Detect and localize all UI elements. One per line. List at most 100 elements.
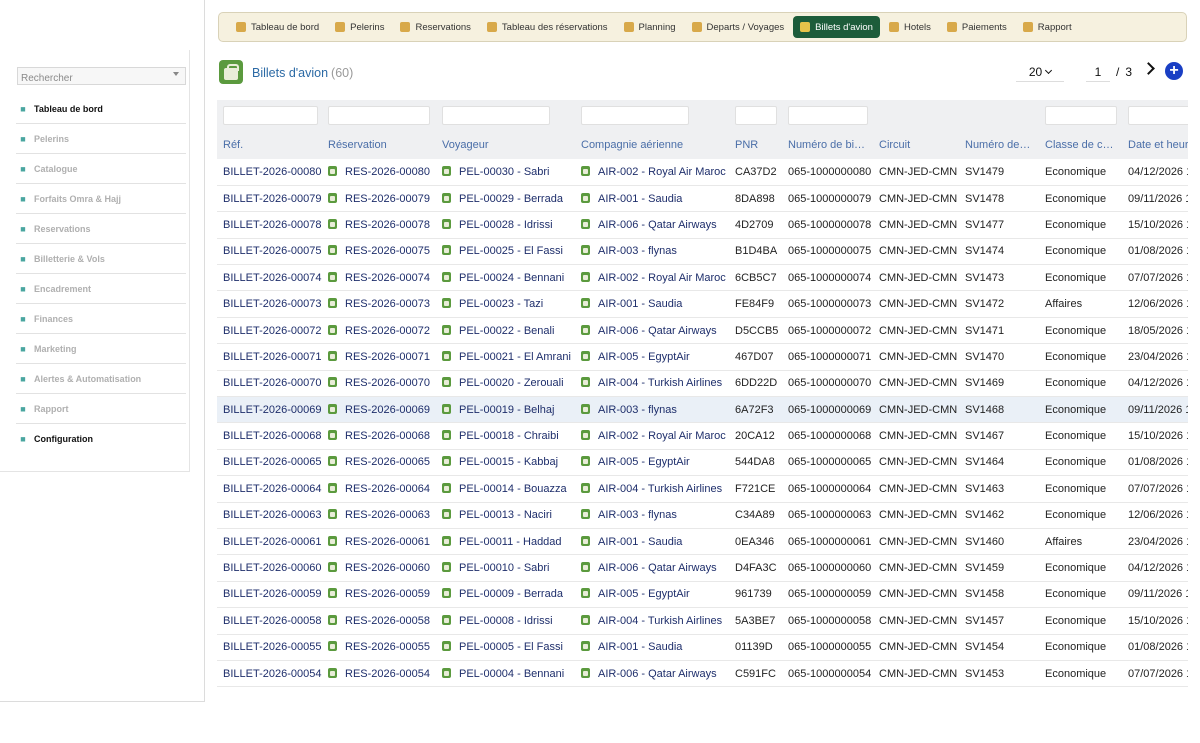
cell-link[interactable]: BILLET-2026-00075 bbox=[223, 245, 321, 257]
table-cell[interactable]: PEL-00025 - El Fassi bbox=[436, 238, 575, 266]
table-cell[interactable]: PEL-00015 - Kabbaj bbox=[436, 449, 575, 477]
table-cell[interactable]: BILLET-2026-00055 bbox=[217, 634, 322, 661]
table-row[interactable]: BILLET-2026-00065 RES-2026-00065 PEL-00015… bbox=[217, 449, 1188, 477]
cell-link[interactable]: BILLET-2026-00058 bbox=[223, 615, 321, 627]
table-cell[interactable]: AIR-002 - Royal Air Maroc bbox=[575, 422, 729, 450]
column-header[interactable]: Réservation bbox=[322, 131, 436, 159]
cell-link[interactable]: BILLET-2026-00063 bbox=[223, 509, 321, 521]
cell-link[interactable]: AIR-003 - flynas bbox=[598, 509, 677, 521]
cell-link[interactable]: BILLET-2026-00064 bbox=[223, 483, 321, 495]
cell-link[interactable]: RES-2026-00078 bbox=[345, 219, 430, 231]
cell-link[interactable]: AIR-006 - Qatar Airways bbox=[598, 325, 717, 337]
cell-link[interactable]: BILLET-2026-00079 bbox=[223, 193, 321, 205]
add-ticket-button[interactable]: + bbox=[1165, 62, 1183, 80]
nav-item[interactable]: Hotels bbox=[882, 16, 938, 38]
table-row[interactable]: BILLET-2026-00060 RES-2026-00060 PEL-00010… bbox=[217, 554, 1188, 582]
cell-link[interactable]: PEL-00014 - Bouazza bbox=[459, 483, 567, 495]
cell-link[interactable]: PEL-00010 - Sabri bbox=[459, 562, 550, 574]
cell-link[interactable]: BILLET-2026-00074 bbox=[223, 272, 321, 284]
cell-link[interactable]: RES-2026-00072 bbox=[345, 325, 430, 337]
table-cell[interactable]: RES-2026-00055 bbox=[322, 634, 436, 661]
table-cell[interactable]: BILLET-2026-00060 bbox=[217, 554, 322, 582]
cell-link[interactable]: BILLET-2026-00059 bbox=[223, 588, 321, 600]
cell-link[interactable]: RES-2026-00060 bbox=[345, 562, 430, 574]
cell-link[interactable]: BILLET-2026-00073 bbox=[223, 298, 321, 310]
cell-link[interactable]: RES-2026-00071 bbox=[345, 351, 430, 363]
cell-link[interactable]: BILLET-2026-00069 bbox=[223, 404, 321, 416]
table-cell[interactable]: RES-2026-00071 bbox=[322, 343, 436, 371]
table-cell[interactable]: PEL-00013 - Naciri bbox=[436, 502, 575, 529]
column-filter-input[interactable] bbox=[328, 106, 430, 125]
column-filter-input[interactable] bbox=[1128, 106, 1188, 125]
nav-item[interactable]: Billets d'avion bbox=[793, 16, 880, 38]
table-cell[interactable]: PEL-00020 - Zerouali bbox=[436, 370, 575, 398]
table-cell[interactable]: AIR-006 - Qatar Airways bbox=[575, 660, 729, 688]
cell-link[interactable]: RES-2026-00054 bbox=[345, 668, 430, 680]
column-header[interactable]: Compagnie aérienne bbox=[575, 131, 729, 159]
chevron-down-icon[interactable] bbox=[173, 72, 179, 76]
cell-link[interactable]: BILLET-2026-00078 bbox=[223, 219, 321, 231]
table-cell[interactable]: RES-2026-00070 bbox=[322, 370, 436, 398]
cell-link[interactable]: PEL-00005 - El Fassi bbox=[459, 641, 563, 653]
cell-link[interactable]: RES-2026-00058 bbox=[345, 615, 430, 627]
table-cell[interactable]: AIR-001 - Saudia bbox=[575, 634, 729, 661]
table-cell[interactable]: RES-2026-00069 bbox=[322, 396, 436, 424]
cell-link[interactable]: AIR-005 - EgyptAir bbox=[598, 588, 690, 600]
table-cell[interactable]: BILLET-2026-00073 bbox=[217, 290, 322, 318]
table-row[interactable]: BILLET-2026-00054 RES-2026-00054 PEL-00004… bbox=[217, 660, 1188, 688]
table-cell[interactable]: BILLET-2026-00072 bbox=[217, 317, 322, 345]
table-cell[interactable]: RES-2026-00061 bbox=[322, 528, 436, 556]
cell-link[interactable]: AIR-002 - Royal Air Maroc bbox=[598, 166, 726, 178]
sidebar-item[interactable]: ■ Rapport bbox=[16, 394, 186, 424]
cell-link[interactable]: AIR-006 - Qatar Airways bbox=[598, 562, 717, 574]
table-row[interactable]: BILLET-2026-00080 RES-2026-00080 PEL-00030… bbox=[217, 159, 1188, 186]
cell-link[interactable]: AIR-004 - Turkish Airlines bbox=[598, 377, 722, 389]
table-cell[interactable]: AIR-005 - EgyptAir bbox=[575, 449, 729, 477]
cell-link[interactable]: PEL-00004 - Bennani bbox=[459, 668, 564, 680]
cell-link[interactable]: AIR-004 - Turkish Airlines bbox=[598, 483, 722, 495]
table-cell[interactable]: RES-2026-00054 bbox=[322, 660, 436, 688]
table-cell[interactable]: PEL-00018 - Chraibi bbox=[436, 422, 575, 450]
cell-link[interactable]: PEL-00019 - Belhaj bbox=[459, 404, 554, 416]
table-cell[interactable]: PEL-00009 - Berrada bbox=[436, 581, 575, 609]
table-row[interactable]: BILLET-2026-00064 RES-2026-00064 PEL-00014… bbox=[217, 475, 1188, 503]
cell-link[interactable]: RES-2026-00080 bbox=[345, 166, 430, 178]
sidebar-item[interactable]: ■ Billetterie & Vols bbox=[16, 244, 186, 274]
column-header[interactable]: Classe de ca... bbox=[1039, 131, 1122, 159]
table-cell[interactable]: PEL-00021 - El Amrani bbox=[436, 343, 575, 371]
cell-link[interactable]: BILLET-2026-00054 bbox=[223, 668, 321, 680]
table-row[interactable]: BILLET-2026-00068 RES-2026-00068 PEL-00018… bbox=[217, 422, 1188, 450]
table-cell[interactable]: AIR-003 - flynas bbox=[575, 502, 729, 529]
cell-link[interactable]: PEL-00021 - El Amrani bbox=[459, 351, 571, 363]
table-cell[interactable]: BILLET-2026-00079 bbox=[217, 185, 322, 213]
column-filter-input[interactable] bbox=[581, 106, 689, 125]
nav-item[interactable]: Planning bbox=[617, 16, 683, 38]
cell-link[interactable]: PEL-00023 - Tazi bbox=[459, 298, 543, 310]
table-row[interactable]: BILLET-2026-00074 RES-2026-00074 PEL-00024… bbox=[217, 264, 1188, 292]
table-cell[interactable]: RES-2026-00065 bbox=[322, 449, 436, 477]
table-row[interactable]: BILLET-2026-00079 RES-2026-00079 PEL-00029… bbox=[217, 185, 1188, 213]
sidebar-item[interactable]: ■ Encadrement bbox=[16, 274, 186, 304]
cell-link[interactable]: RES-2026-00063 bbox=[345, 509, 430, 521]
cell-link[interactable]: PEL-00029 - Berrada bbox=[459, 193, 563, 205]
cell-link[interactable]: PEL-00013 - Naciri bbox=[459, 509, 552, 521]
table-cell[interactable]: AIR-002 - Royal Air Maroc bbox=[575, 264, 729, 292]
cell-link[interactable]: AIR-001 - Saudia bbox=[598, 536, 682, 548]
cell-link[interactable]: PEL-00024 - Bennani bbox=[459, 272, 564, 284]
table-cell[interactable]: AIR-005 - EgyptAir bbox=[575, 581, 729, 609]
table-cell[interactable]: PEL-00010 - Sabri bbox=[436, 554, 575, 582]
cell-link[interactable]: AIR-001 - Saudia bbox=[598, 641, 682, 653]
table-cell[interactable]: RES-2026-00074 bbox=[322, 264, 436, 292]
cell-link[interactable]: BILLET-2026-00072 bbox=[223, 325, 321, 337]
cell-link[interactable]: AIR-002 - Royal Air Maroc bbox=[598, 272, 726, 284]
sidebar-item[interactable]: ■ Forfaits Omra & Hajj bbox=[16, 184, 186, 214]
sidebar-item[interactable]: ■ Tableau de bord bbox=[16, 94, 186, 124]
page-size-select[interactable]: 20 bbox=[1016, 62, 1064, 82]
table-row[interactable]: BILLET-2026-00059 RES-2026-00059 PEL-00009… bbox=[217, 581, 1188, 609]
sidebar-item[interactable]: ■ Marketing bbox=[16, 334, 186, 364]
sidebar-item[interactable]: ■ Configuration bbox=[16, 424, 186, 454]
table-cell[interactable]: AIR-006 - Qatar Airways bbox=[575, 554, 729, 582]
next-page-button[interactable] bbox=[1142, 62, 1156, 76]
cell-link[interactable]: PEL-00018 - Chraibi bbox=[459, 430, 559, 442]
table-cell[interactable]: RES-2026-00079 bbox=[322, 185, 436, 213]
